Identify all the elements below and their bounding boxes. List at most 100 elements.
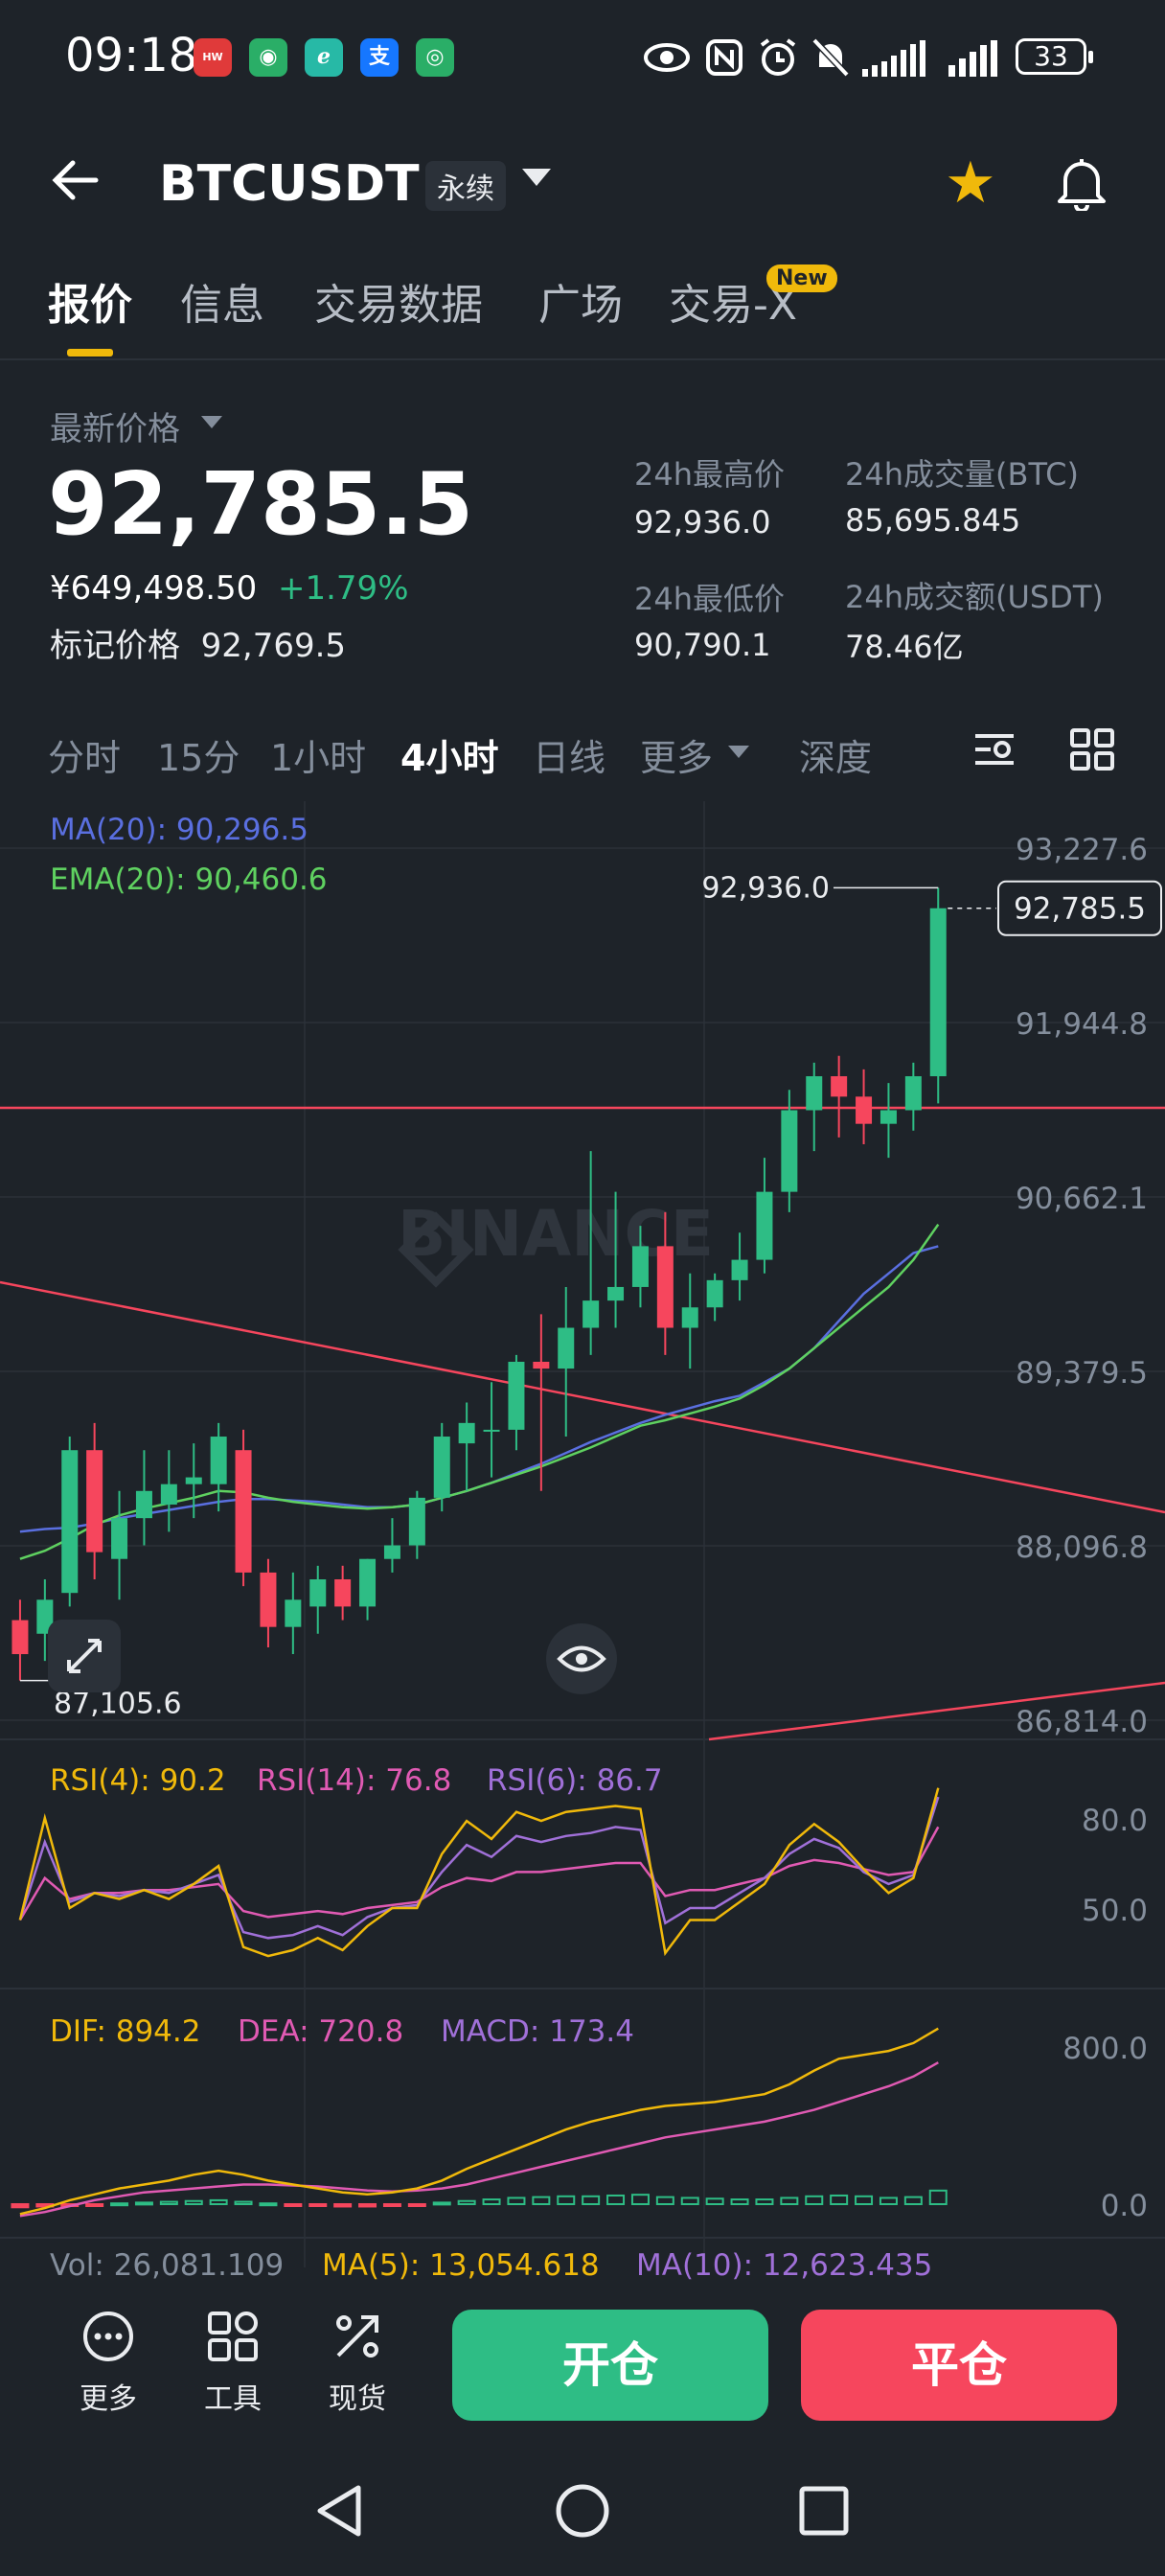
- candle-body: [681, 1307, 698, 1328]
- rsi6-legend: RSI(6): 86.7: [487, 1763, 663, 1798]
- high-label: 24h最高价: [634, 456, 786, 493]
- candle: [483, 1382, 500, 1478]
- open-position-button[interactable]: 开仓: [452, 2310, 768, 2421]
- rsi-axis-tick: 50.0: [1082, 1894, 1148, 1928]
- rsi6-line: [18, 1796, 940, 1940]
- volume-ma5-legend: MA(5): 13,054.618: [322, 2248, 600, 2283]
- candle-body: [309, 1579, 327, 1607]
- macd-histogram-bar: [159, 2200, 178, 2206]
- macd-histogram-bar: [582, 2195, 601, 2206]
- tab-trade-data[interactable]: 交易数据: [314, 270, 483, 332]
- timeframe-15m[interactable]: 15分: [157, 728, 240, 781]
- more-button[interactable]: 更多: [65, 2310, 151, 2417]
- timeframe-1h[interactable]: 1小时: [270, 728, 366, 781]
- feishu-icon: ℯ: [305, 38, 343, 77]
- tab-square[interactable]: 广场: [538, 270, 623, 332]
- timeframe-4h[interactable]: 4小时: [400, 728, 498, 781]
- nav-recents-icon[interactable]: [797, 2484, 851, 2538]
- tab-info[interactable]: 信息: [180, 270, 264, 332]
- macd-histogram-bar: [407, 2203, 426, 2207]
- vol-btc-value: 85,695.845: [845, 502, 1021, 539]
- favorite-star-icon[interactable]: ★: [945, 150, 996, 217]
- candle-body: [61, 1450, 79, 1594]
- chart-settings-icon[interactable]: [971, 728, 1017, 774]
- last-price-label[interactable]: 最新价格: [50, 402, 180, 449]
- macd-histogram-bar: [855, 2195, 874, 2206]
- candle-body: [607, 1286, 625, 1301]
- candle-body: [582, 1300, 600, 1328]
- candle: [86, 1422, 103, 1580]
- candle-body: [433, 1437, 450, 1498]
- visibility-toggle-button[interactable]: [546, 1623, 617, 1694]
- more-label: 更多: [80, 2382, 137, 2416]
- candle: [408, 1490, 425, 1559]
- price-axis-tick: 88,096.8: [1016, 1530, 1148, 1565]
- candle: [731, 1232, 748, 1301]
- rsi-axis-tick: 80.0: [1082, 1804, 1148, 1838]
- symbol-title[interactable]: BTCUSDT: [159, 155, 420, 213]
- macd-histogram-bar: [209, 2198, 228, 2206]
- price-change: +1.79%: [278, 569, 409, 608]
- price-axis-tick: 86,814.0: [1016, 1705, 1148, 1739]
- macd-histogram-bar: [532, 2196, 551, 2205]
- tab-quote[interactable]: 报价: [48, 270, 132, 332]
- macd-histogram-bar: [457, 2199, 476, 2205]
- timeframe-1d[interactable]: 日线: [533, 728, 605, 781]
- macd-axis-tick: 800.0: [1062, 2032, 1148, 2066]
- macd-histogram-bar: [755, 2198, 774, 2205]
- mark-price-value: 92,769.5: [200, 627, 347, 665]
- macd-histogram-bar: [432, 2201, 451, 2206]
- macd-histogram-bar: [903, 2196, 923, 2205]
- spot-button[interactable]: 现货: [314, 2310, 400, 2417]
- dif-line: [19, 2027, 939, 2216]
- dea-legend: DEA: 720.8: [238, 2014, 404, 2049]
- candle-body: [533, 1361, 550, 1369]
- macd-histogram-bar: [830, 2194, 849, 2205]
- bell-icon[interactable]: [1054, 153, 1109, 223]
- nav-back-icon[interactable]: [312, 2482, 366, 2540]
- expand-icon: [67, 1639, 102, 1673]
- fullscreen-button[interactable]: [48, 1620, 121, 1692]
- more-dropdown-icon[interactable]: [728, 746, 749, 758]
- nav-home-icon[interactable]: [554, 2482, 611, 2540]
- macd-histogram-bar: [284, 2203, 303, 2207]
- vol-usdt-value: 78.46亿: [845, 629, 964, 665]
- contract-type-badge: 永续: [425, 161, 506, 211]
- candle-body: [904, 1076, 922, 1111]
- candle: [359, 1558, 377, 1621]
- price-axis-tick: 90,662.1: [1016, 1182, 1148, 1216]
- close-position-button[interactable]: 平仓: [801, 2310, 1117, 2421]
- candle-body: [383, 1545, 400, 1559]
- symbol-dropdown-icon[interactable]: [522, 169, 551, 186]
- candle: [904, 1062, 922, 1131]
- tools-button[interactable]: 工具: [190, 2310, 276, 2417]
- layout-grid-icon[interactable]: [1069, 728, 1115, 774]
- candle: [558, 1286, 575, 1438]
- candle-body: [334, 1579, 352, 1607]
- huawei-icon: HW: [194, 38, 232, 77]
- high-value: 92,936.0: [634, 504, 771, 540]
- back-arrow-icon[interactable]: [48, 153, 102, 220]
- candle: [160, 1450, 177, 1532]
- vol-btc-label: 24h成交量(BTC): [845, 456, 1079, 493]
- mute-icon: [811, 37, 850, 78]
- candle-body: [929, 908, 947, 1077]
- candle-body: [210, 1437, 227, 1484]
- timeframe-more[interactable]: 更多: [640, 728, 713, 781]
- candle-body: [656, 1246, 674, 1328]
- depth-tab[interactable]: 深度: [799, 728, 872, 781]
- candle-body: [11, 1620, 29, 1655]
- macd-histogram-bar: [85, 2203, 104, 2207]
- volume-ma10-legend: MA(10): 12,623.435: [636, 2248, 933, 2283]
- candle: [879, 1083, 897, 1159]
- candle: [309, 1565, 327, 1634]
- wechat-pay-icon: ◎: [416, 38, 454, 77]
- nfc-icon: [706, 39, 742, 76]
- wechat-icon: ◉: [249, 38, 287, 77]
- mark-price-label: 标记价格: [50, 627, 180, 665]
- current-price-tag: 92,785.5: [1014, 892, 1146, 927]
- last-price-dropdown-icon[interactable]: [201, 416, 222, 428]
- timeframe-time[interactable]: 分时: [48, 728, 121, 781]
- candle-body: [458, 1422, 475, 1444]
- candle-body: [235, 1450, 252, 1573]
